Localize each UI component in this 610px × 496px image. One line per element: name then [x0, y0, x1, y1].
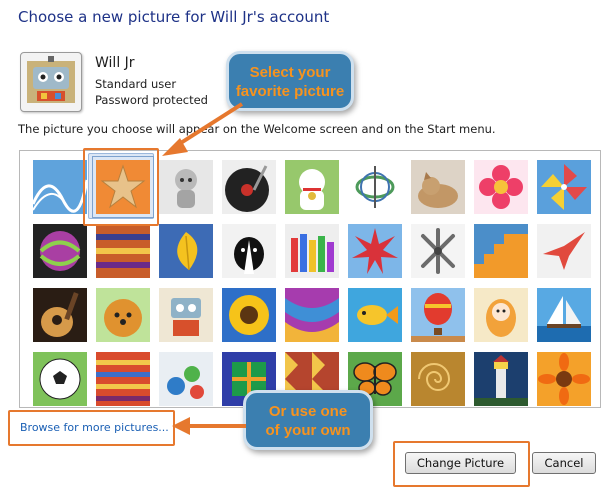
picture-tile-fabric[interactable]: [96, 224, 150, 278]
callout-bottom-line-2: of your own: [265, 422, 351, 439]
picture-tile-gerbera[interactable]: [537, 352, 591, 406]
picture-tile-kitten[interactable]: [411, 160, 465, 214]
guitar-icon: [33, 288, 87, 342]
callout-top-line-1: Select your: [249, 64, 331, 81]
ball-icon: [33, 224, 87, 278]
picture-tile-robot-figure[interactable]: [159, 160, 213, 214]
picture-tile-toy-robot[interactable]: [159, 288, 213, 342]
picture-tile-stairs[interactable]: [474, 224, 528, 278]
kitten-icon: [411, 160, 465, 214]
pomeranian-icon: [96, 288, 150, 342]
callout-select-picture: Select your favorite picture: [226, 51, 354, 111]
dog-icon: [222, 224, 276, 278]
picture-tile-crayons[interactable]: [285, 224, 339, 278]
crayons-icon: [285, 224, 339, 278]
toy-robot-icon: [159, 288, 213, 342]
callout-bottom-line-1: Or use one: [268, 403, 348, 420]
soccer-ball-icon: [33, 352, 87, 406]
dialog-title: Choose a new picture for Will Jr's accou…: [18, 8, 330, 26]
stairs-icon: [474, 224, 528, 278]
picture-tile-lucky-cat[interactable]: [285, 160, 339, 214]
picture-tile-hot-air-balloon[interactable]: [411, 288, 465, 342]
callout-top-line-2: favorite picture: [235, 83, 345, 100]
sailboat-icon: [537, 288, 591, 342]
callout-arrow-left-icon: [172, 417, 246, 435]
robot-figure-icon: [159, 160, 213, 214]
picture-tile-flower[interactable]: [474, 160, 528, 214]
picture-tile-vinyl-record[interactable]: [222, 160, 276, 214]
picture-tile-ball[interactable]: [33, 224, 87, 278]
current-avatar: [20, 52, 82, 112]
picture-tile-fish[interactable]: [348, 288, 402, 342]
picture-tile-striped-fabric[interactable]: [96, 352, 150, 406]
paper-crane-icon: [537, 224, 591, 278]
striped-fabric-icon: [96, 352, 150, 406]
password-status: Password protected: [95, 93, 208, 107]
picture-tile-leaf[interactable]: [159, 224, 213, 278]
callout-use-own: Or use one of your own: [243, 390, 373, 450]
hot-air-balloon-icon: [411, 288, 465, 342]
picture-tile-sunflower[interactable]: [222, 288, 276, 342]
picture-tile-pinwheel[interactable]: [537, 160, 591, 214]
sunflower-icon: [222, 288, 276, 342]
picture-tile-dog[interactable]: [222, 224, 276, 278]
marbles-icon: [159, 352, 213, 406]
lucky-cat-icon: [285, 160, 339, 214]
user-name: Will Jr: [95, 55, 135, 71]
vinyl-record-icon: [222, 160, 276, 214]
picture-tile-doll[interactable]: [474, 288, 528, 342]
picture-tile-marbles[interactable]: [159, 352, 213, 406]
picture-tile-starfish[interactable]: [92, 156, 154, 218]
leaf-icon: [159, 224, 213, 278]
spiral-shell-icon: [411, 352, 465, 406]
picture-note: The picture you choose will appear on th…: [18, 122, 496, 136]
picture-tile-soccer-ball[interactable]: [33, 352, 87, 406]
picture-tile-pomeranian[interactable]: [96, 288, 150, 342]
cancel-button[interactable]: Cancel: [532, 452, 596, 474]
textile-icon: [285, 288, 339, 342]
picture-tile-guitar[interactable]: [33, 288, 87, 342]
star-lantern-icon: [348, 224, 402, 278]
picture-tile-roller-coaster[interactable]: [33, 160, 87, 214]
doll-icon: [474, 288, 528, 342]
picture-tile-textile[interactable]: [285, 288, 339, 342]
picture-tile-spiral-shell[interactable]: [411, 352, 465, 406]
fabric-icon: [96, 224, 150, 278]
roller-coaster-icon: [33, 160, 87, 214]
pinwheel-icon: [537, 160, 591, 214]
flower-icon: [474, 160, 528, 214]
jacks-icon: [411, 224, 465, 278]
picture-tile-star-lantern[interactable]: [348, 224, 402, 278]
user-type: Standard user: [95, 77, 177, 91]
browse-pictures-link[interactable]: Browse for more pictures...: [20, 421, 169, 434]
lighthouse-icon: [474, 352, 528, 406]
picture-tile-sailboat[interactable]: [537, 288, 591, 342]
picture-tile-gyroscope[interactable]: [348, 160, 402, 214]
change-picture-button[interactable]: Change Picture: [405, 452, 516, 474]
picture-tile-jacks[interactable]: [411, 224, 465, 278]
robot-avatar-icon: [27, 56, 75, 103]
picture-tile-paper-crane[interactable]: [537, 224, 591, 278]
gerbera-icon: [537, 352, 591, 406]
gyroscope-icon: [348, 160, 402, 214]
fish-icon: [348, 288, 402, 342]
starfish-icon: [96, 160, 150, 214]
picture-tile-lighthouse[interactable]: [474, 352, 528, 406]
